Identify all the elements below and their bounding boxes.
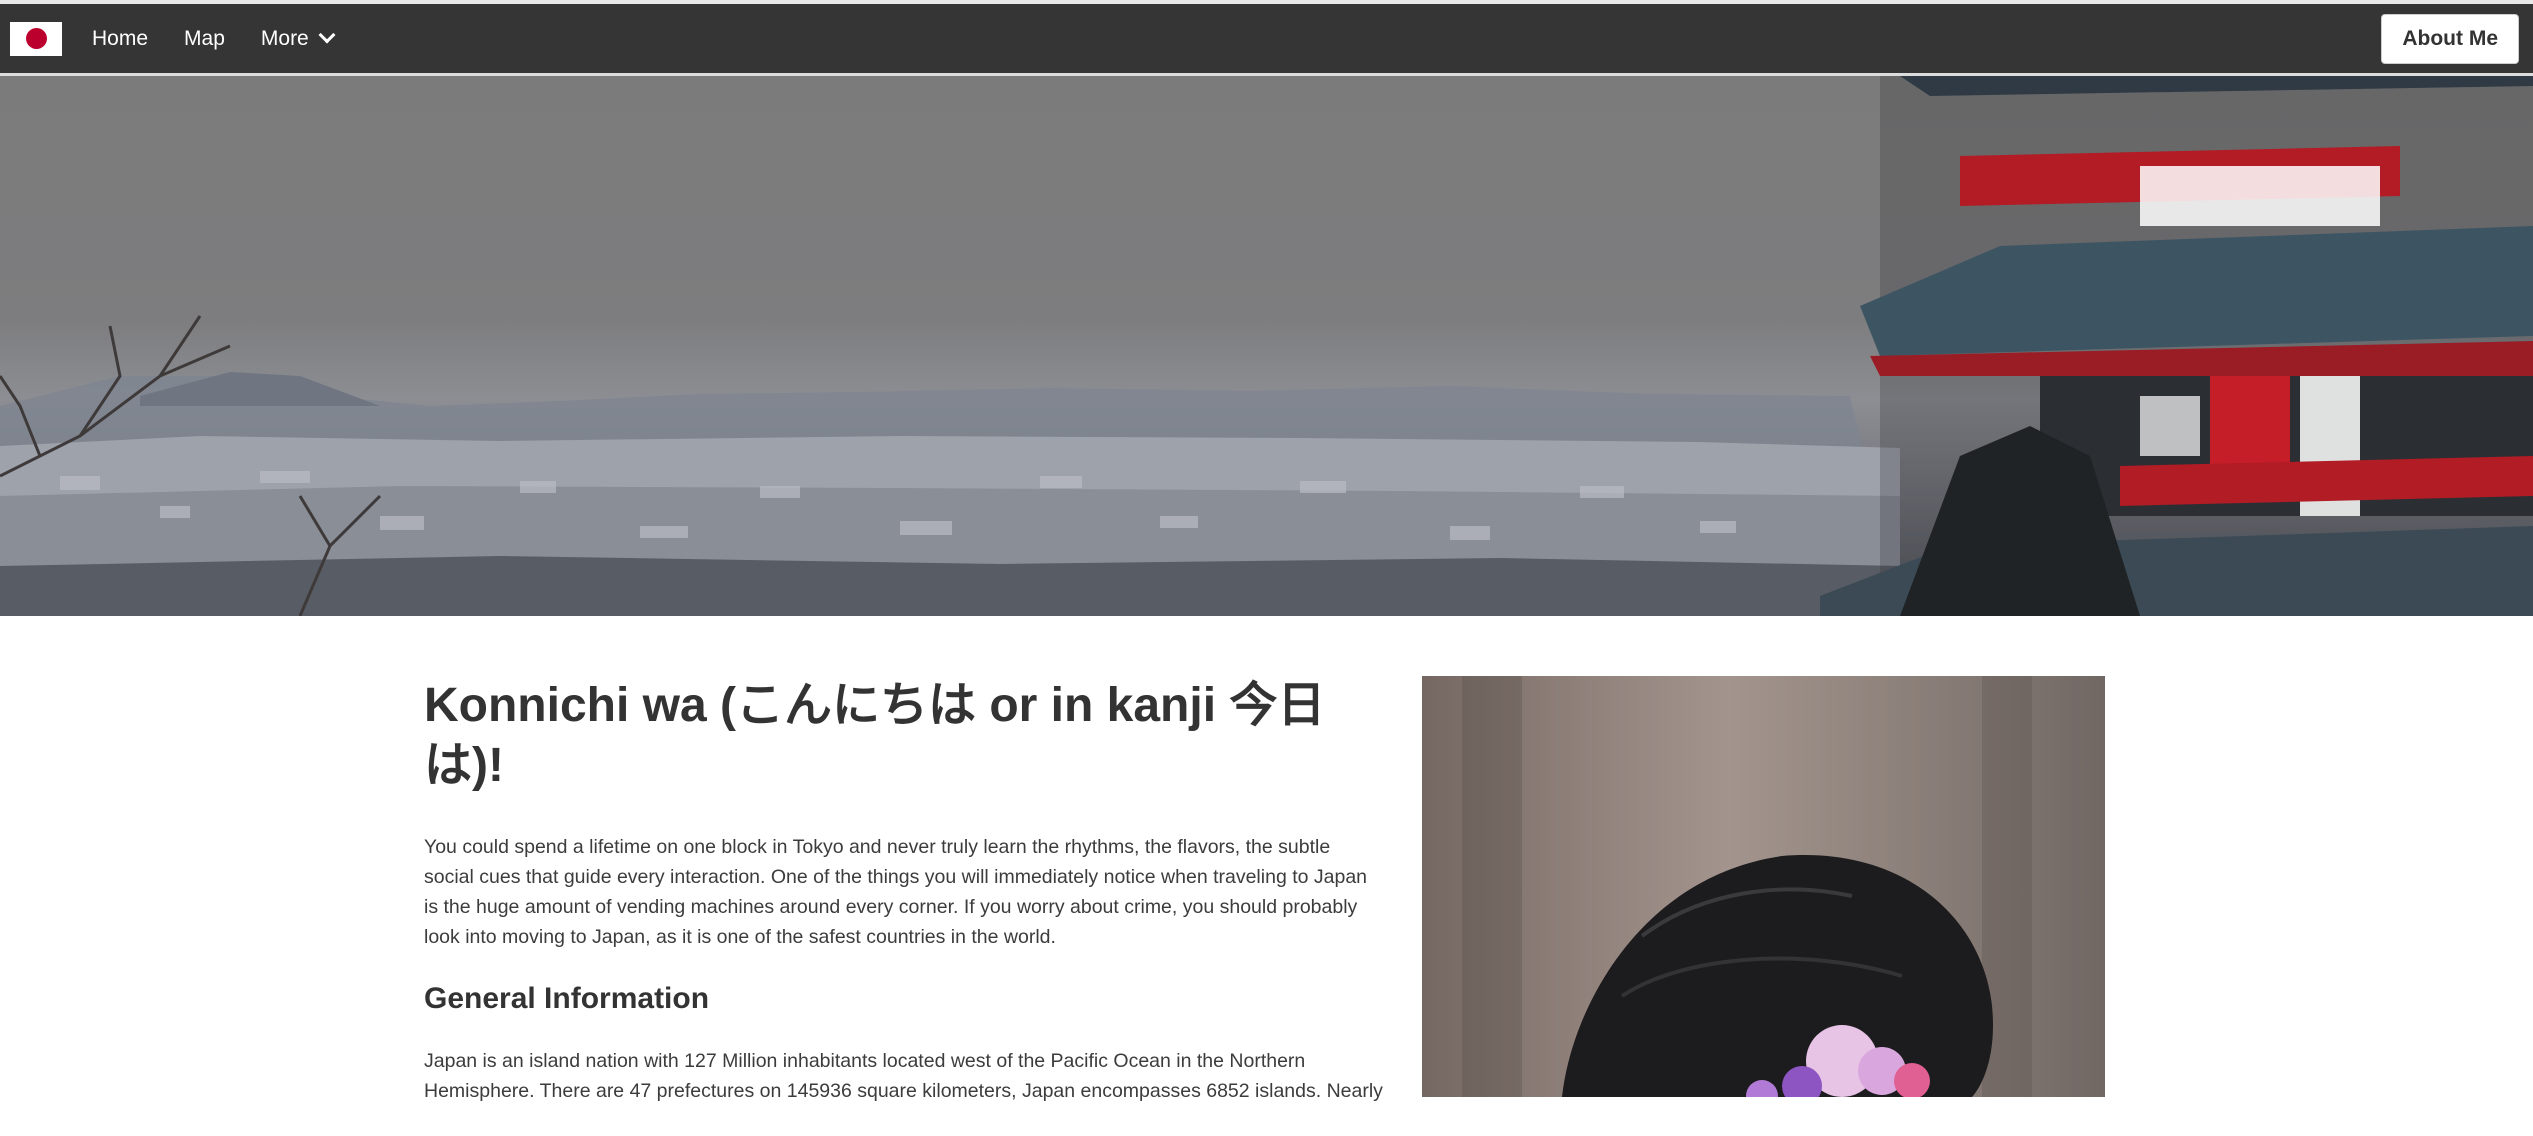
page-title: Konnichi wa (こんにちは or in kanji 今日は)!	[424, 679, 1326, 792]
chevron-down-icon	[318, 26, 336, 44]
hero-banner-image	[0, 76, 2533, 616]
nav-more-label: More	[260, 26, 309, 50]
geisha-photo	[1422, 676, 2105, 1097]
nav-map-label: Map	[184, 26, 225, 50]
nav-home-link[interactable]: Home	[92, 27, 148, 51]
pagoda	[1820, 76, 2533, 616]
nav-home-label: Home	[92, 26, 149, 50]
flag-sun	[25, 28, 47, 49]
about-me-button[interactable]: About Me	[2381, 14, 2519, 64]
intro-paragraph: You could spend a lifetime on one block …	[424, 836, 1368, 948]
about-me-label: About Me	[2402, 27, 2498, 50]
geisha-illustration	[1422, 676, 2105, 1097]
nav-map-link[interactable]: Map	[184, 27, 225, 51]
top-navbar: Home Map More About Me	[0, 0, 2533, 76]
hero-scenery	[0, 76, 2533, 616]
general-info-heading: General Information	[424, 982, 710, 1015]
main-content: Konnichi wa (こんにちは or in kanji 今日は)! You…	[424, 676, 1384, 1136]
general-info-paragraph: Japan is an island nation with 127 Milli…	[424, 1050, 1383, 1102]
japan-flag-icon[interactable]	[10, 21, 62, 56]
nav-more-dropdown[interactable]: More	[260, 26, 336, 51]
